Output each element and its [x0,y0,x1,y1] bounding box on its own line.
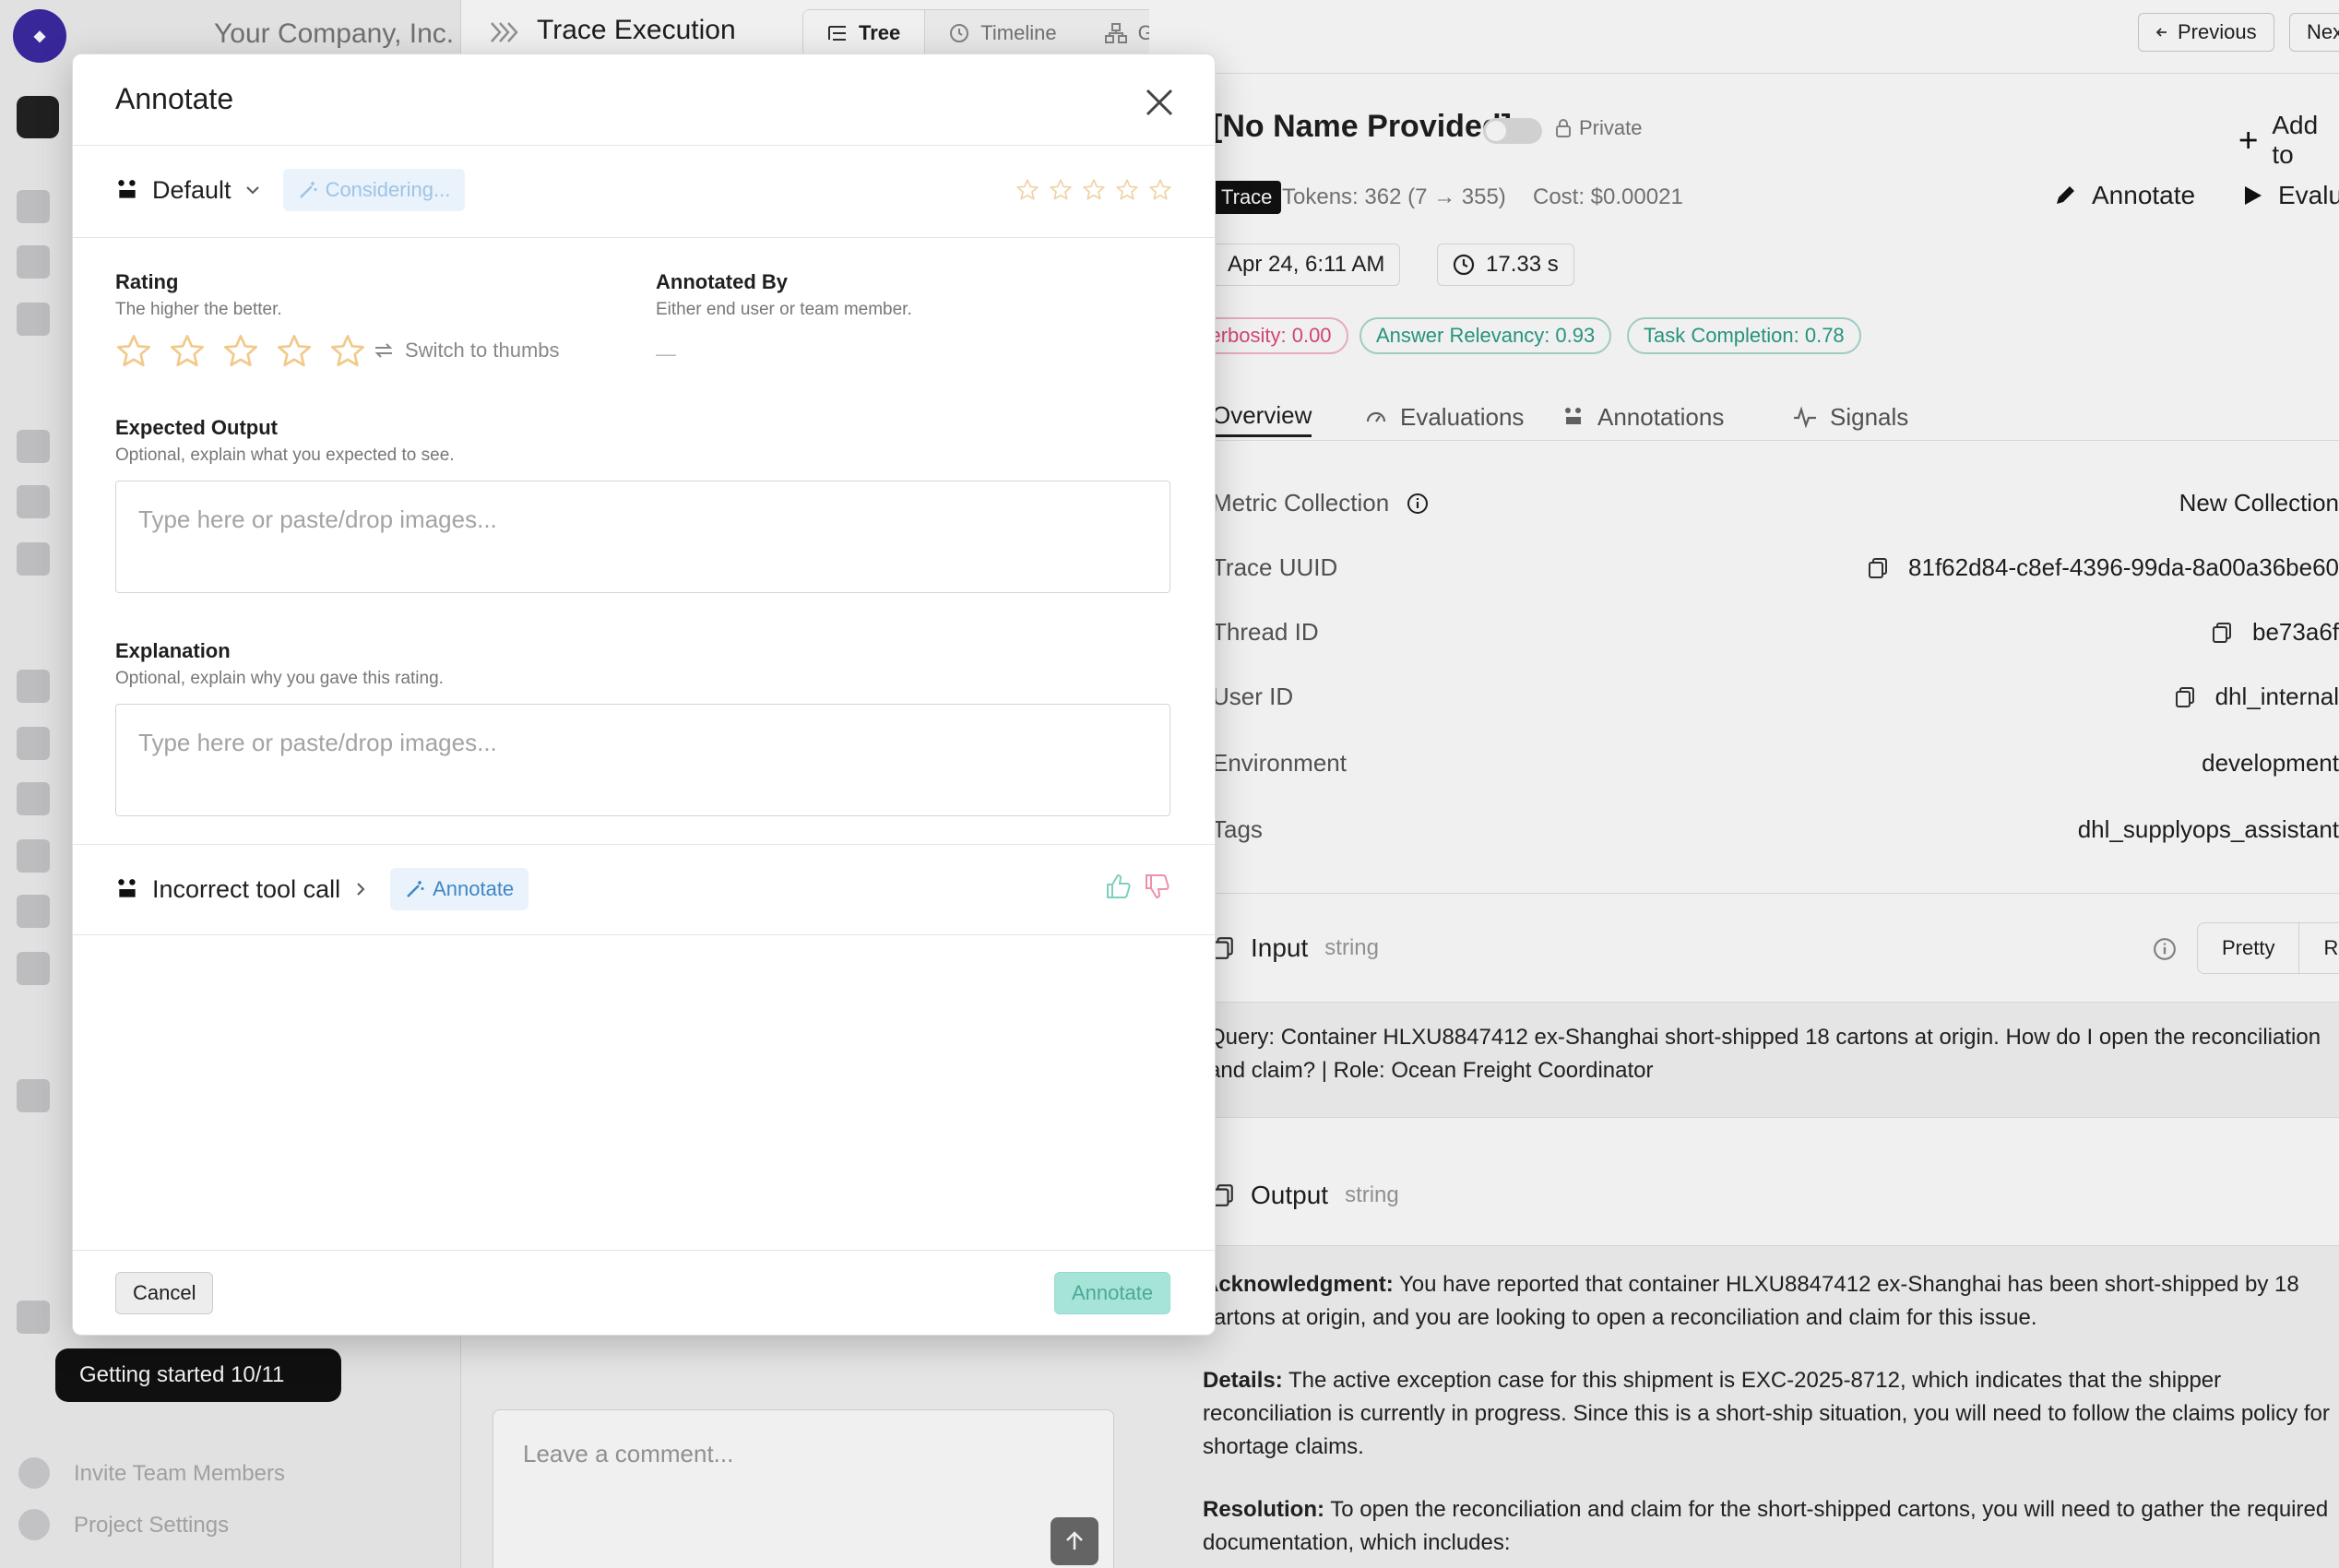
close-icon [1146,89,1173,116]
default-annotation-row: Default Considering... [115,169,466,211]
star-rating [115,333,366,370]
star-icon[interactable] [169,333,206,370]
switch-thumbs-label: Switch to thumbs [405,339,560,362]
incorrect-tool-call-label[interactable]: Incorrect tool call [152,875,340,904]
magic-wand-icon [407,881,424,897]
submit-annotate-button[interactable]: Annotate [1054,1272,1171,1314]
star-icon[interactable] [1049,178,1073,202]
modal-title: Annotate [115,82,234,115]
swap-icon [374,343,393,358]
star-icon[interactable] [1148,178,1172,202]
explanation-label: Explanation [115,639,231,662]
divider [73,844,1215,845]
ai-annotate-label: Annotate [433,877,515,900]
cancel-button[interactable]: Cancel [115,1272,214,1314]
expected-output-label: Expected Output [115,416,279,439]
star-icon[interactable] [329,333,366,370]
divider [73,237,1215,238]
divider [73,934,1215,935]
annotated-by-help: Either end user or team member. [656,300,912,319]
expected-output-input[interactable]: Type here or paste/drop images... [115,481,1170,593]
close-button[interactable] [1139,82,1180,123]
explanation-input[interactable]: Type here or paste/drop images... [115,704,1170,816]
explanation-help: Optional, explain why you gave this rati… [115,669,444,688]
submit-label: Annotate [1072,1281,1154,1304]
annotated-by-label: Annotated By [656,270,788,293]
annotate-modal: Annotate Default Considering... Rating T… [72,53,1216,1336]
thumbs-rating [1104,872,1172,901]
expected-output-help: Optional, explain what you expected to s… [115,445,455,465]
thumbs-down-icon[interactable] [1143,872,1172,901]
explanation-placeholder: Type here or paste/drop images... [138,729,497,756]
mini-star-rating [1015,178,1172,202]
annotation-icon [118,879,136,897]
considering-text: Considering... [325,178,451,201]
star-icon[interactable] [1115,178,1139,202]
expected-output-placeholder: Type here or paste/drop images... [138,505,497,533]
star-icon[interactable] [115,333,152,370]
rating-help: The higher the better. [115,300,282,319]
rating-label: Rating [115,270,179,293]
star-icon[interactable] [222,333,259,370]
cancel-label: Cancel [133,1281,196,1304]
magic-wand-icon [299,182,317,198]
divider [73,145,1215,146]
divider [73,1250,1215,1251]
ai-annotate-button[interactable]: Annotate [390,868,529,910]
thumbs-up-icon[interactable] [1104,872,1134,901]
annotated-by-value: — [656,342,676,365]
switch-to-thumbs-button[interactable]: Switch to thumbs [374,339,560,362]
star-icon[interactable] [1015,178,1039,202]
incorrect-tool-call-row: Incorrect tool call Annotate [115,868,529,910]
annotation-icon [118,180,136,198]
chevron-right-icon[interactable] [353,880,368,898]
ai-considering-chip: Considering... [282,169,466,211]
chevron-down-icon[interactable] [244,184,261,196]
annotation-type-select[interactable]: Default [152,176,232,205]
star-icon[interactable] [1082,178,1106,202]
star-icon[interactable] [276,333,313,370]
